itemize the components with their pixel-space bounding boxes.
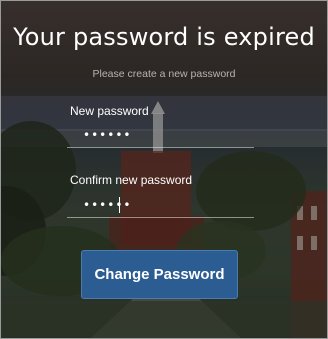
confirm-password-label: Confirm new password — [70, 173, 193, 187]
page-title: Your password is expired — [13, 23, 315, 51]
new-password-field[interactable] — [67, 123, 254, 148]
new-password-input[interactable] — [67, 123, 254, 147]
change-password-button[interactable]: Change Password — [81, 250, 238, 299]
confirm-password-input[interactable] — [67, 193, 254, 217]
new-password-label: New password — [70, 104, 149, 118]
confirm-password-field[interactable] — [67, 193, 254, 218]
login-background: Your password is expired Please create a… — [0, 0, 328, 339]
text-cursor — [119, 197, 120, 213]
page-subtitle: Please create a new password — [92, 68, 236, 80]
